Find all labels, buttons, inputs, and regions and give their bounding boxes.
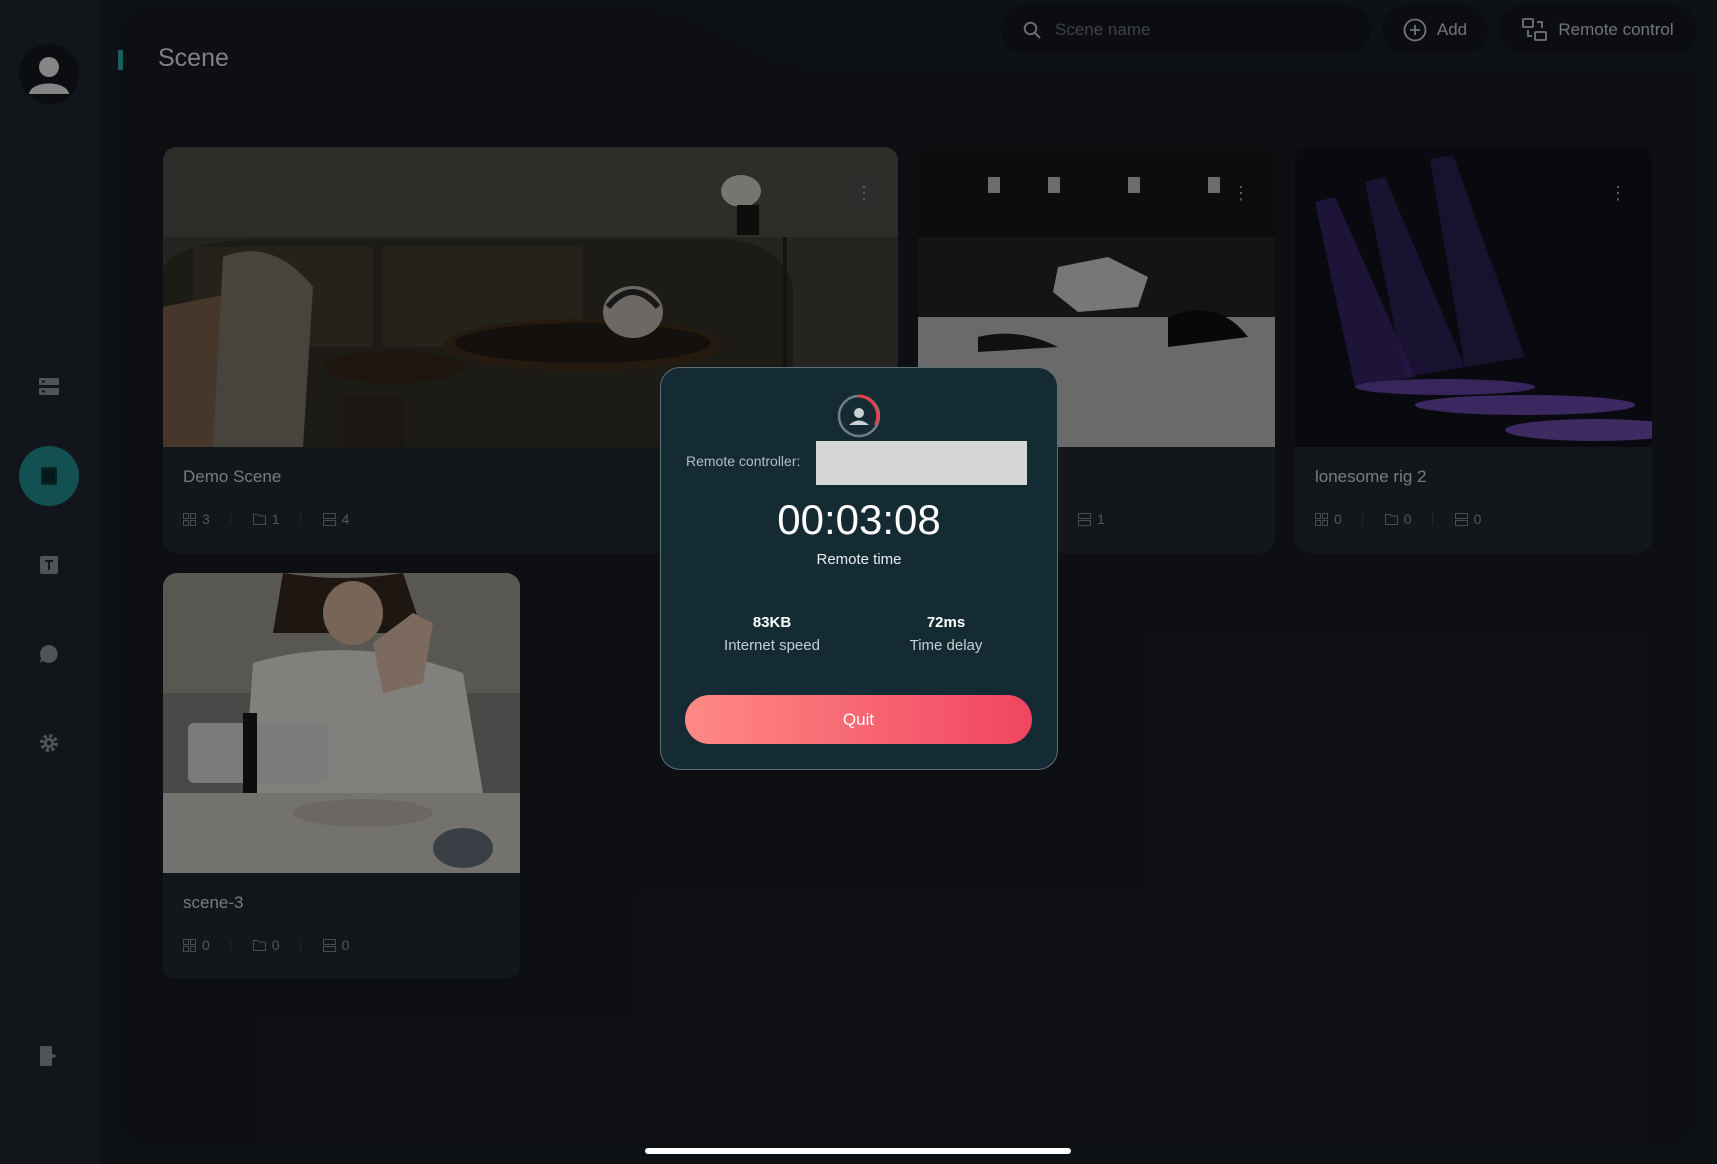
remote-controller-label: Remote controller: [686, 453, 801, 469]
time-delay: 72ms Time delay [871, 614, 1021, 654]
remote-time: 00:03:08 [777, 496, 941, 543]
remote-controller-value [816, 441, 1027, 485]
home-indicator [645, 1148, 1071, 1154]
controller-avatar-icon [837, 394, 881, 438]
time-delay-value: 72ms [926, 614, 966, 631]
internet-speed-label: Internet speed [724, 637, 820, 654]
remote-control-dialog: Remote controller: 00:03:08 Remote time … [660, 367, 1058, 770]
internet-speed-value: 83KB [752, 614, 792, 631]
remote-time-label: Remote time [816, 551, 902, 568]
time-delay-label: Time delay [909, 637, 983, 654]
internet-speed: 83KB Internet speed [697, 614, 847, 654]
quit-button[interactable]: Quit [685, 695, 1032, 744]
